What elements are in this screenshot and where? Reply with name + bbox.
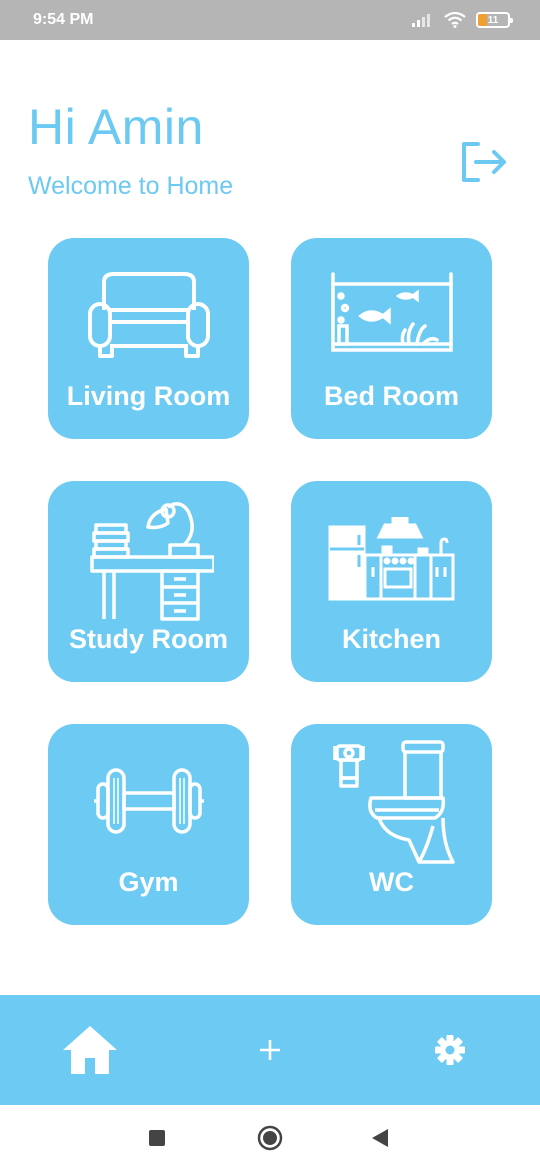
system-nav-bar xyxy=(0,1105,540,1170)
signal-icon xyxy=(412,14,430,27)
home-circle-icon xyxy=(257,1125,283,1151)
toilet-icon xyxy=(332,740,455,864)
plus-icon xyxy=(260,1040,280,1060)
recent-apps-button[interactable] xyxy=(137,1121,177,1155)
logout-button[interactable] xyxy=(456,136,512,188)
room-card-study-room[interactable]: Study Room xyxy=(48,481,249,682)
room-card-wc[interactable]: WC xyxy=(291,724,492,925)
status-icons: 11 xyxy=(412,12,513,28)
status-time: 9:54 PM xyxy=(33,11,94,28)
room-label: WC xyxy=(369,867,414,897)
nav-add-button[interactable] xyxy=(210,995,330,1105)
welcome-subtitle: Welcome to Home xyxy=(28,172,234,200)
back-icon xyxy=(372,1129,388,1147)
nav-settings-button[interactable] xyxy=(390,995,510,1105)
recent-apps-icon xyxy=(149,1130,165,1146)
battery-level: 11 xyxy=(487,14,499,26)
room-card-kitchen[interactable]: Kitchen xyxy=(291,481,492,682)
system-home-button[interactable] xyxy=(250,1121,290,1155)
desk-lamp-icon xyxy=(89,502,214,621)
aquarium-icon xyxy=(330,272,453,352)
home-icon xyxy=(63,1026,117,1074)
greeting-title: Hi Amin xyxy=(28,99,204,155)
dumbbell-icon xyxy=(93,768,204,834)
sofa-icon xyxy=(87,272,210,358)
room-label: Kitchen xyxy=(341,624,441,654)
room-label: Bed Room xyxy=(324,381,459,411)
room-label: Gym xyxy=(118,867,179,897)
battery-icon: 11 xyxy=(476,12,513,28)
logout-icon xyxy=(462,142,506,182)
gear-icon xyxy=(435,1035,465,1065)
room-label: Living Room xyxy=(66,381,231,411)
room-card-bed-room[interactable]: Bed Room xyxy=(291,238,492,439)
back-button[interactable] xyxy=(360,1121,400,1155)
room-label: Study Room xyxy=(69,624,228,654)
bottom-nav xyxy=(0,995,540,1105)
nav-home-button[interactable] xyxy=(30,995,150,1105)
wifi-icon xyxy=(444,12,466,28)
room-card-gym[interactable]: Gym xyxy=(48,724,249,925)
status-bar: 9:54 PM 11 xyxy=(0,0,540,40)
room-card-living-room[interactable]: Living Room xyxy=(48,238,249,439)
kitchen-icon xyxy=(328,517,454,601)
